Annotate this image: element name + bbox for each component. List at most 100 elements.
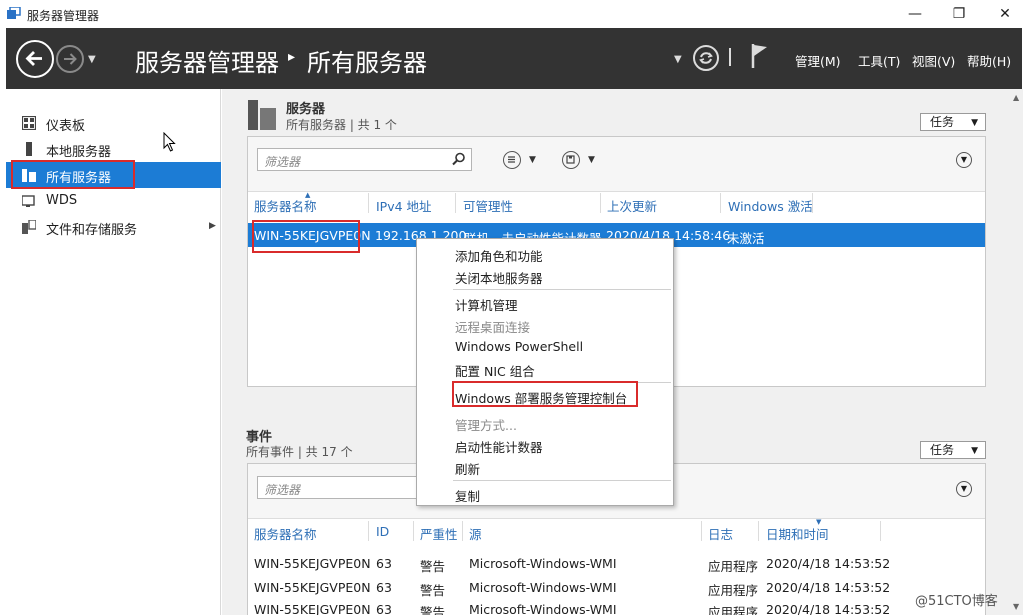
expand-arrow-icon[interactable]: ▶ (209, 221, 216, 231)
menu-separator (453, 289, 671, 290)
cell-id: 63 (376, 556, 392, 571)
forward-button[interactable] (56, 45, 84, 73)
column-divider (812, 193, 813, 213)
list-options-icon[interactable] (503, 151, 521, 169)
menu-separator (453, 480, 671, 481)
chevron-down-icon: ▼ (971, 446, 978, 456)
expand-panel-icon[interactable]: ▼ (956, 152, 972, 168)
filter-placeholder: 筛选器 (264, 483, 301, 497)
sidebar-item-wds[interactable]: WDS (6, 188, 221, 214)
servers-section-icon (248, 100, 276, 130)
save-query-icon[interactable] (562, 151, 580, 169)
scroll-down-icon[interactable]: ▼ (1013, 602, 1019, 611)
menu-view[interactable]: 视图(V) (912, 51, 955, 70)
header-subtitle: 所有服务器 (307, 49, 427, 77)
servers-section-subtitle: 所有服务器 | 共 1 个 (286, 118, 397, 132)
column-header-severity[interactable]: 严重性 (420, 524, 458, 543)
sidebar-item-dashboard[interactable]: 仪表板 (6, 110, 221, 136)
dashboard-icon (22, 116, 36, 130)
menu-item-computer-management[interactable]: 计算机管理 (455, 295, 518, 314)
highlight-box-server-name (252, 220, 360, 253)
menu-item-copy[interactable]: 复制 (455, 486, 480, 505)
expand-panel-icon[interactable]: ▼ (956, 481, 972, 497)
storage-icon (22, 220, 36, 234)
sidebar-item-label: 文件和存储服务 (46, 223, 138, 238)
cell-datetime: 2020/4/18 14:53:52 (766, 556, 891, 571)
sidebar-item-label: 仪表板 (46, 119, 86, 134)
sidebar-item-file-storage[interactable]: 文件和存储服务 ▶ (6, 214, 221, 240)
refresh-icon (699, 52, 713, 64)
menu-item-refresh[interactable]: 刷新 (455, 459, 480, 478)
vertical-scrollbar[interactable] (1015, 89, 1023, 615)
filter-placeholder: 筛选器 (264, 155, 301, 169)
column-header-last-update[interactable]: 上次更新 (607, 196, 657, 215)
column-divider (368, 193, 369, 213)
back-button[interactable] (16, 40, 54, 78)
column-divider (600, 193, 601, 213)
cell-server-name: WIN-55KEJGVPE0N (254, 580, 371, 595)
cell-source: Microsoft-Windows-WMI (469, 556, 617, 571)
events-section-subtitle: 所有事件 | 共 17 个 (246, 445, 353, 459)
search-icon[interactable] (452, 152, 466, 166)
menu-manage[interactable]: 管理(M) (795, 51, 841, 70)
servers-tasks-button[interactable]: 任务 ▼ (920, 113, 986, 131)
header-bar: ▼ 服务器管理器 ▸ 所有服务器 ▼ 管理(M) 工具(T) 视图(V) 帮助(… (6, 28, 1022, 89)
chevron-down-icon[interactable]: ▼ (529, 155, 536, 165)
column-header-id[interactable]: ID (376, 524, 389, 539)
events-tasks-button[interactable]: 任务 ▼ (920, 441, 986, 459)
column-header-activation[interactable]: Windows 激活 (728, 196, 813, 215)
cell-id: 63 (376, 580, 392, 595)
menu-item-powershell[interactable]: Windows PowerShell (455, 339, 583, 354)
menu-help[interactable]: 帮助(H) (967, 51, 1011, 70)
mouse-cursor-icon (163, 132, 176, 152)
menu-item-remote-desktop[interactable]: 远程桌面连接 (455, 317, 530, 336)
cell-log: 应用程序 (708, 583, 759, 598)
cell-severity: 警告 (420, 583, 446, 598)
column-divider (462, 521, 463, 541)
menu-item-manage-as[interactable]: 管理方式... (455, 415, 517, 434)
menu-item-shutdown-local[interactable]: 关闭本地服务器 (455, 268, 543, 287)
column-header-server-name[interactable]: 服务器名称 (254, 196, 317, 215)
cell-activation: 未激活 (727, 231, 765, 246)
sidebar-item-local-server[interactable]: 本地服务器 (6, 136, 221, 162)
arrow-left-icon (25, 51, 42, 66)
column-header-source[interactable]: 源 (469, 524, 482, 543)
column-header-manageability[interactable]: 可管理性 (463, 196, 513, 215)
cell-server-name: WIN-55KEJGVPE0N (254, 556, 371, 571)
chevron-down-icon[interactable]: ▼ (588, 155, 595, 165)
cell-severity: 警告 (420, 605, 446, 615)
column-header-datetime[interactable]: 日期和时间 (766, 524, 829, 543)
header-dropdown-icon[interactable]: ▼ (674, 54, 682, 65)
column-divider (368, 521, 369, 541)
scroll-up-icon[interactable]: ▲ (1013, 93, 1019, 102)
menu-item-start-perf-counters[interactable]: 启动性能计数器 (455, 437, 543, 456)
close-button[interactable]: ✕ (985, 2, 1023, 26)
column-header-log[interactable]: 日志 (708, 524, 733, 543)
menu-item-add-roles[interactable]: 添加角色和功能 (455, 246, 543, 265)
sidebar-item-label: 本地服务器 (46, 145, 112, 160)
menu-item-nic-teaming[interactable]: 配置 NIC 组合 (455, 361, 535, 380)
notifications-flag-icon[interactable] (750, 42, 770, 70)
column-header-ipv4[interactable]: IPv4 地址 (376, 196, 432, 215)
cell-log: 应用程序 (708, 559, 759, 574)
title-bar: 服务器管理器 — ❐ ✕ (0, 0, 1023, 28)
cell-id: 63 (376, 602, 392, 615)
minimize-button[interactable]: — (895, 2, 935, 26)
cell-severity: 警告 (420, 559, 446, 574)
header-divider (729, 48, 731, 66)
servers-filter-input[interactable]: 筛选器 (257, 148, 472, 171)
column-divider (880, 521, 881, 541)
servers-section-title: 服务器 (286, 102, 326, 117)
column-header-server-name[interactable]: 服务器名称 (254, 524, 317, 543)
context-menu: 添加角色和功能 关闭本地服务器 计算机管理 远程桌面连接 Windows Pow… (416, 238, 674, 506)
cell-datetime: 2020/4/18 14:53:52 (766, 602, 891, 615)
menu-tools[interactable]: 工具(T) (858, 51, 900, 70)
column-divider (720, 193, 721, 213)
column-divider (758, 521, 759, 541)
cell-server-name: WIN-55KEJGVPE0N (254, 602, 371, 615)
maximize-button[interactable]: ❐ (939, 2, 979, 26)
cell-source: Microsoft-Windows-WMI (469, 580, 617, 595)
tasks-label: 任务 (930, 115, 955, 129)
history-dropdown-icon[interactable]: ▼ (88, 54, 96, 65)
refresh-button[interactable] (693, 45, 719, 71)
